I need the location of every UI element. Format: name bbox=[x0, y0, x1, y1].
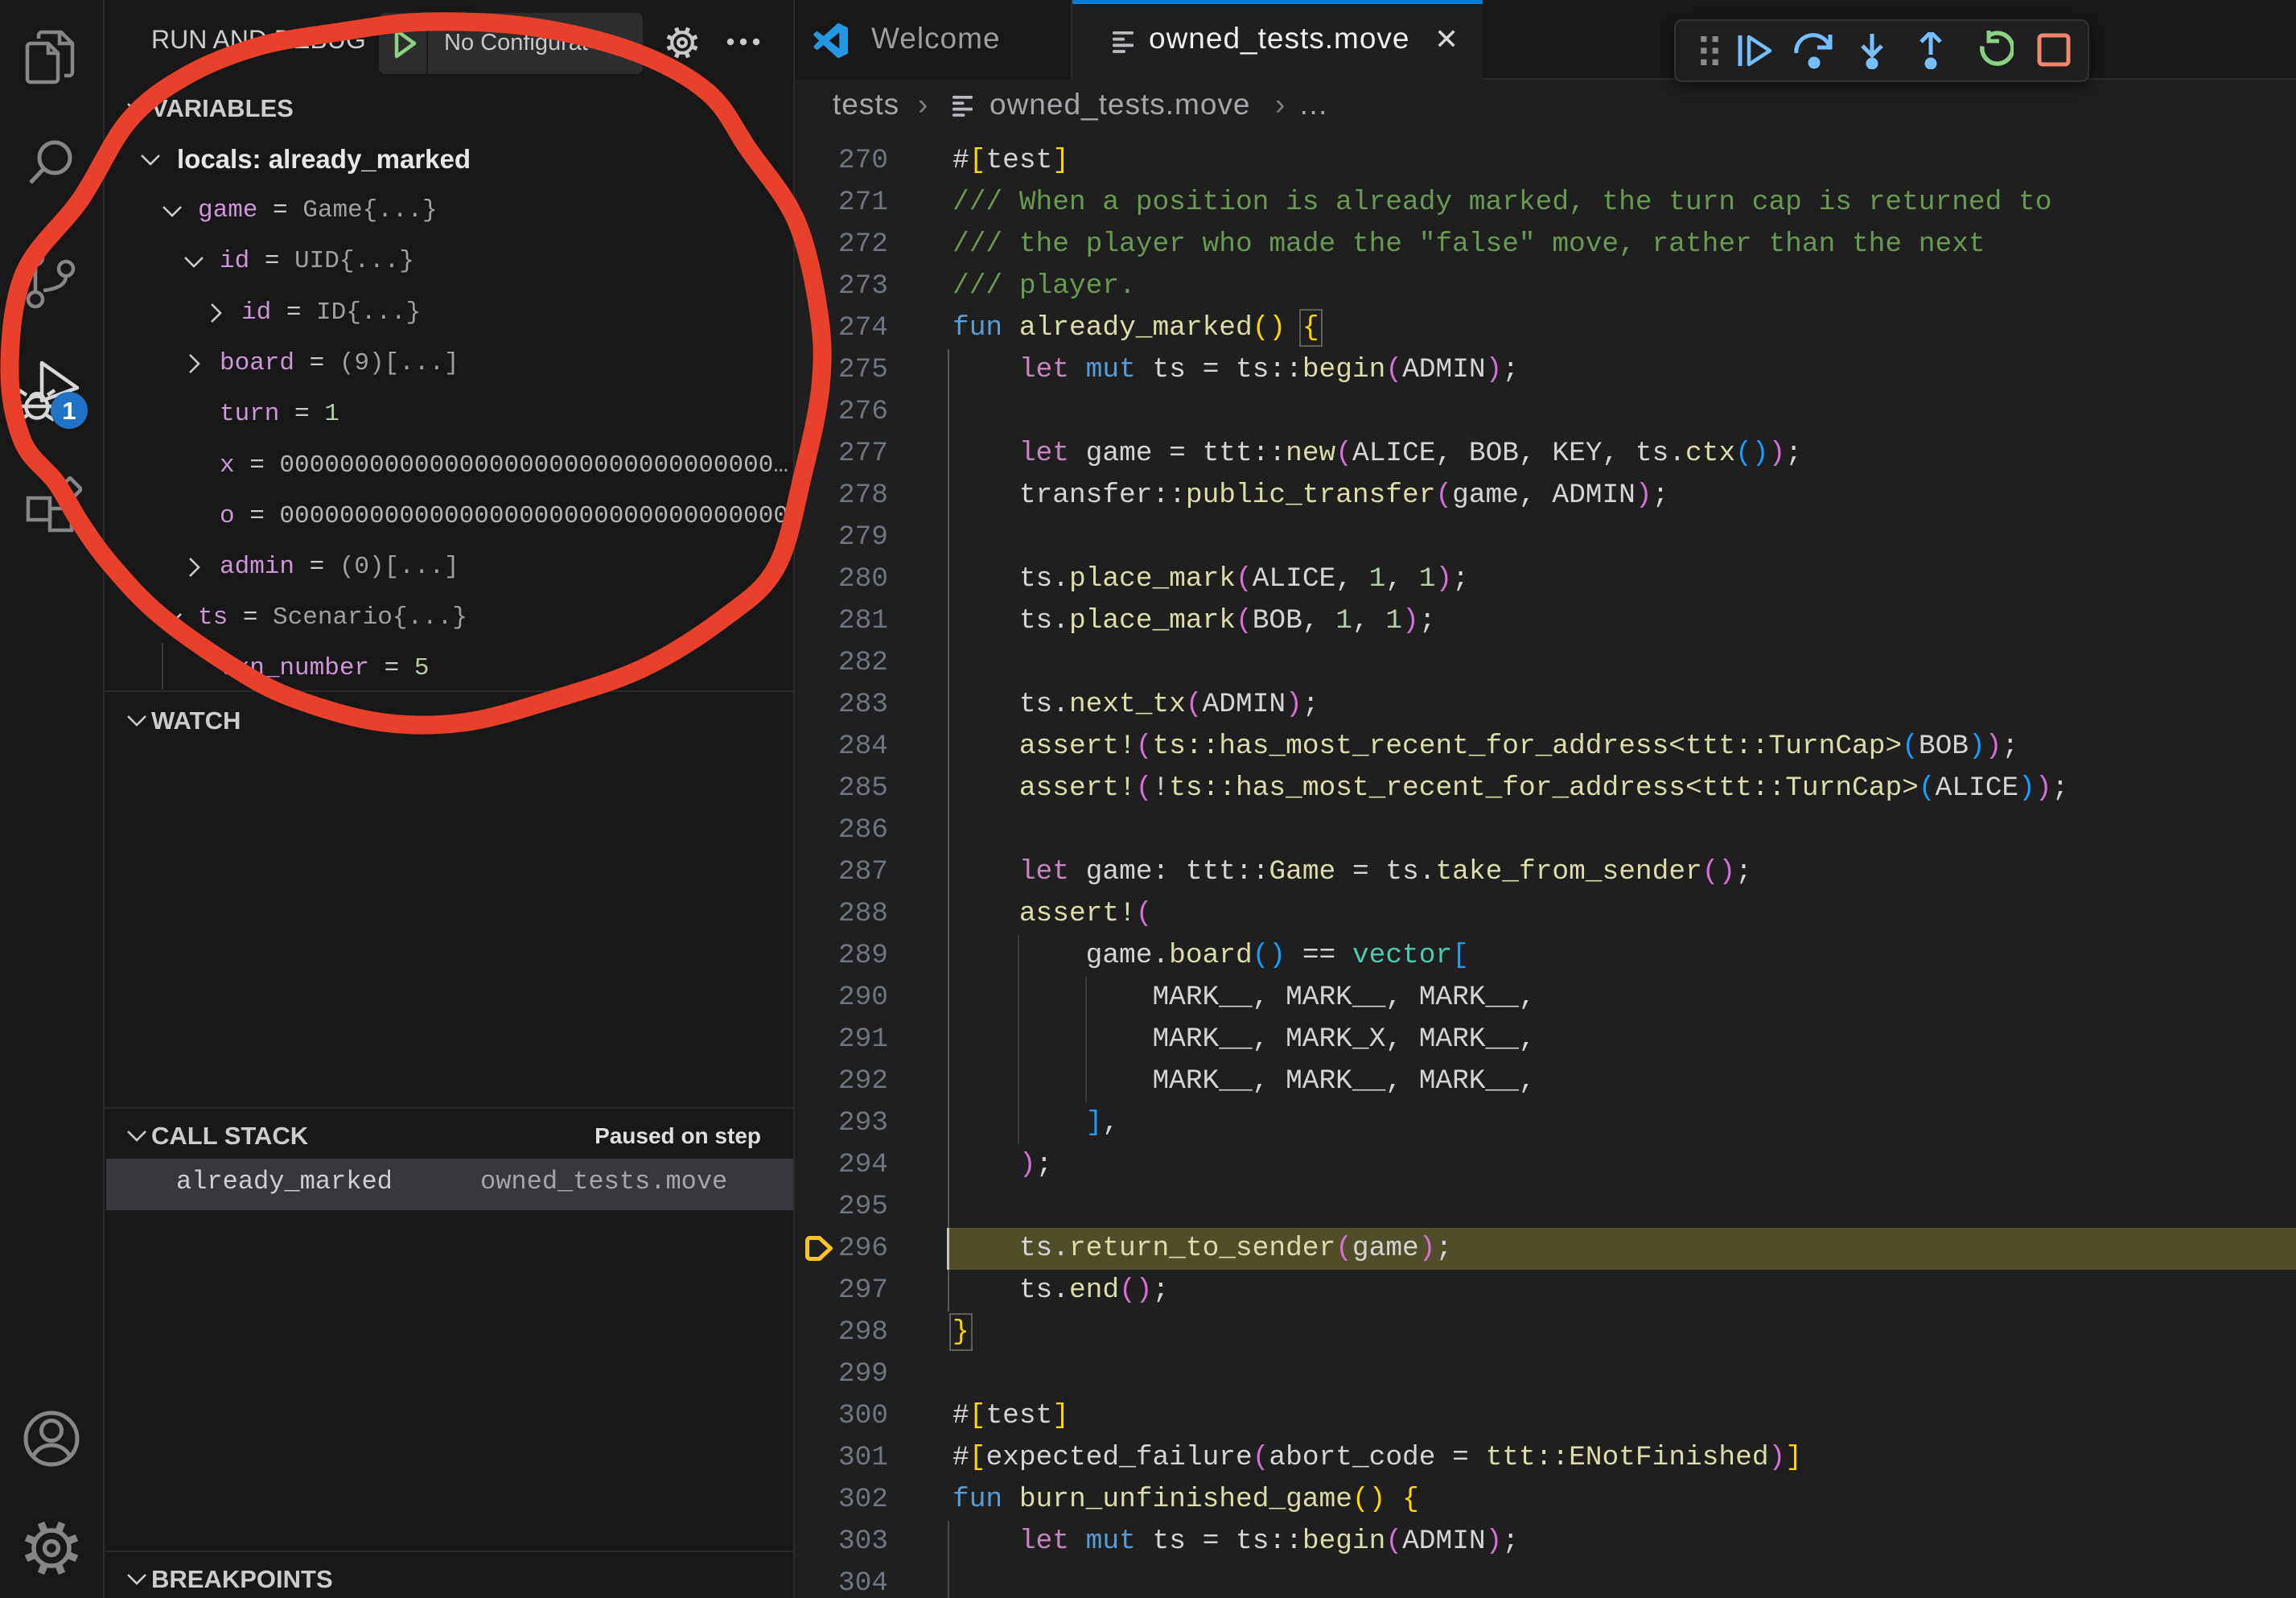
svg-text:1: 1 bbox=[62, 397, 76, 425]
